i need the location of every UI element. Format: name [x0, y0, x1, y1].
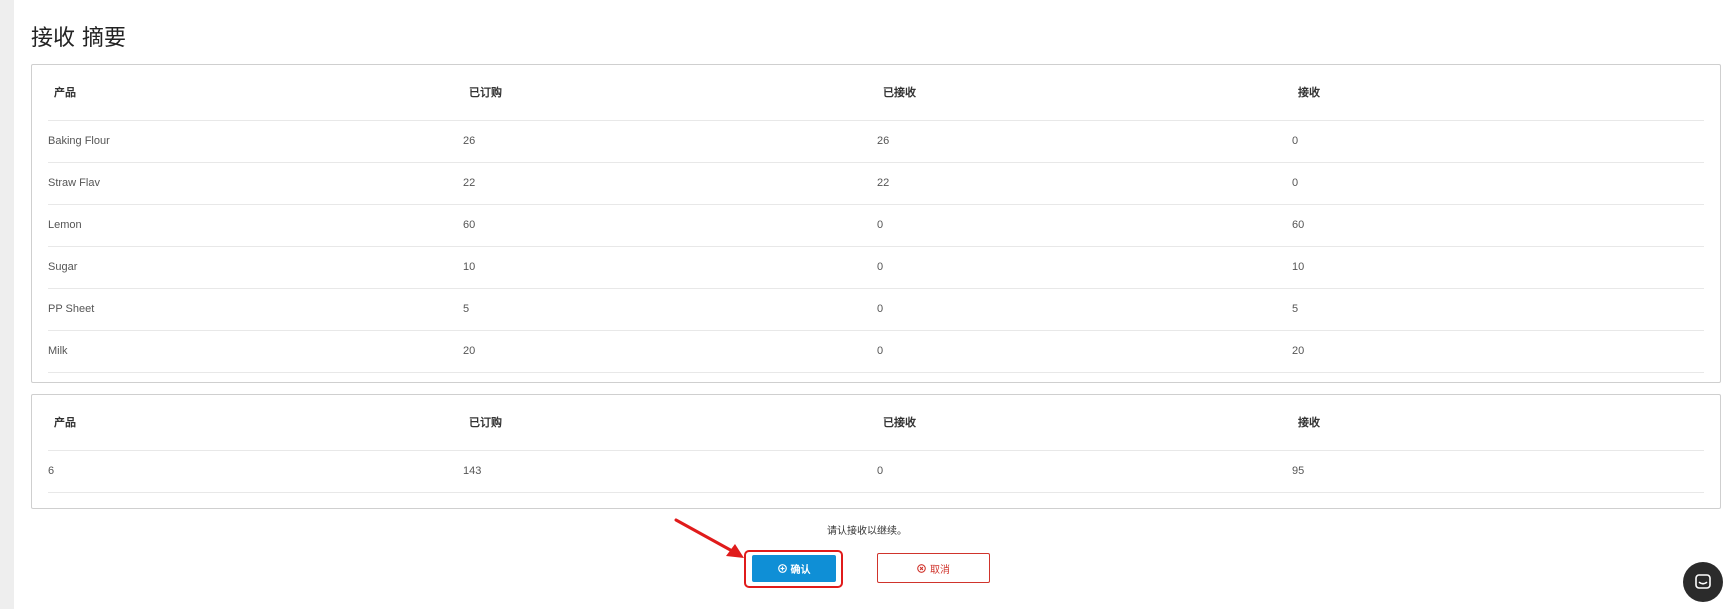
table-row: Sugar 10 0 10: [48, 247, 1704, 289]
total-products-cell: 6: [48, 465, 55, 477]
product-cell: PP Sheet: [48, 303, 95, 315]
received-cell: 22: [877, 177, 890, 189]
receive-cell: 60: [1292, 219, 1305, 231]
ordered-cell: 5: [463, 303, 470, 315]
ordered-cell: 26: [463, 135, 476, 147]
x-circle-icon: [917, 563, 926, 573]
product-cell: Lemon: [48, 219, 82, 231]
page-title: 接收 摘要: [31, 26, 126, 51]
received-cell: 0: [877, 303, 884, 315]
column-header-received: 已接收: [883, 416, 916, 429]
table-row: PP Sheet 5 0 5: [48, 289, 1704, 331]
left-sidebar-edge: [0, 0, 14, 609]
confirm-button[interactable]: 确认: [752, 555, 836, 582]
received-cell: 26: [877, 135, 890, 147]
column-header-product: 产品: [54, 86, 76, 99]
ordered-cell: 20: [463, 345, 476, 357]
table-row: Straw Flav 22 22 0: [48, 163, 1704, 205]
ordered-cell: 22: [463, 177, 476, 189]
plus-circle-icon: [777, 564, 787, 573]
receive-items-table: 产品 已订购 已接收 接收 Baking Flour 26 26 0 Straw…: [48, 65, 1704, 373]
column-header-received: 已接收: [883, 86, 916, 99]
receive-items-panel: 产品 已订购 已接收 接收 Baking Flour 26 26 0 Straw…: [31, 64, 1721, 383]
product-cell: Sugar: [48, 261, 78, 273]
received-cell: 0: [877, 261, 884, 273]
confirm-message: 请认接收以继续。: [827, 526, 907, 537]
receive-cell: 0: [1292, 177, 1299, 189]
ordered-cell: 60: [463, 219, 476, 231]
ordered-cell: 10: [463, 261, 476, 273]
column-header-ordered: 已订购: [469, 416, 502, 429]
table-header-row: 产品 已订购 已接收 接收: [48, 395, 1704, 451]
table-header-row: 产品 已订购 已接收 接收: [48, 65, 1704, 121]
receive-totals-panel: 产品 已订购 已接收 接收 6 143 0 95: [31, 394, 1721, 509]
receive-cell: 10: [1292, 261, 1305, 273]
confirm-button-label: 确认: [790, 565, 811, 576]
total-receive-cell: 95: [1292, 465, 1305, 477]
totals-row: 6 143 0 95: [48, 451, 1704, 493]
cancel-button-label: 取消: [930, 564, 950, 576]
product-cell: Milk: [48, 345, 68, 357]
column-header-receive: 接收: [1298, 86, 1320, 99]
product-cell: Straw Flav: [48, 177, 100, 189]
column-header-ordered: 已订购: [469, 86, 502, 99]
receive-cell: 0: [1292, 135, 1299, 147]
table-row: Baking Flour 26 26 0: [48, 121, 1704, 163]
receive-totals-table: 产品 已订购 已接收 接收 6 143 0 95: [48, 395, 1704, 493]
received-cell: 0: [877, 219, 884, 231]
received-cell: 0: [877, 345, 884, 357]
receive-cell: 5: [1292, 303, 1299, 315]
chat-launcher-button[interactable]: [1683, 562, 1723, 602]
chat-icon: [1695, 574, 1711, 589]
column-header-receive: 接收: [1298, 416, 1320, 429]
receive-cell: 20: [1292, 345, 1305, 357]
column-header-product: 产品: [54, 416, 76, 429]
total-ordered-cell: 143: [463, 465, 482, 477]
product-cell: Baking Flour: [48, 135, 110, 147]
total-received-cell: 0: [877, 465, 884, 477]
annotation-arrow-icon: [674, 518, 744, 558]
cancel-button[interactable]: 取消: [877, 553, 990, 583]
table-row: Milk 20 0 20: [48, 331, 1704, 373]
table-row: Lemon 60 0 60: [48, 205, 1704, 247]
